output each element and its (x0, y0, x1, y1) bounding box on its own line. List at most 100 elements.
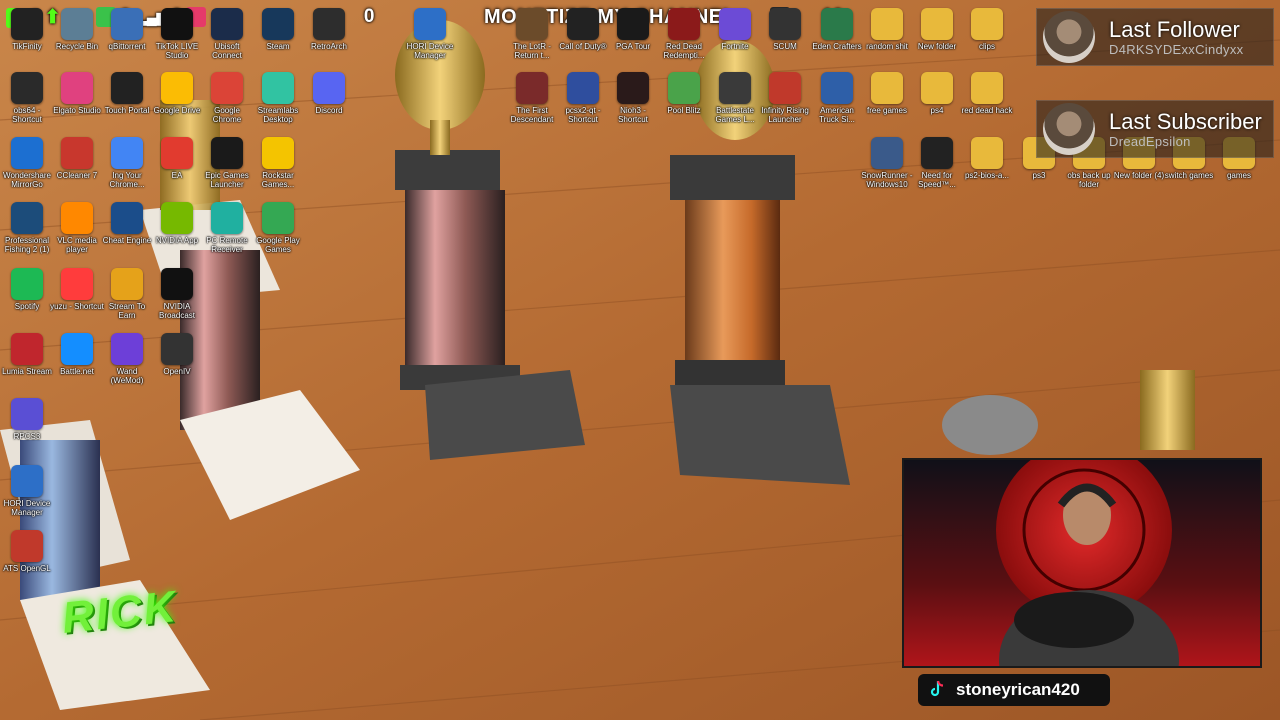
desktop-icon[interactable]: Spotify (0, 268, 54, 311)
desktop-icon[interactable]: Wand (WeMod) (100, 333, 154, 385)
app-icon (161, 333, 193, 365)
desktop-icon[interactable]: free games (860, 72, 914, 115)
desktop-icon[interactable]: PGA Tour (606, 8, 660, 51)
desktop-icon[interactable]: ps2-bios-a... (960, 137, 1014, 180)
desktop-icon[interactable]: Cheat Engine (100, 202, 154, 245)
desktop-icon[interactable]: ATS OpenGL (0, 530, 54, 573)
desktop-icon-label: Nioh3 - Shortcut (618, 106, 648, 124)
app-icon (211, 72, 243, 104)
desktop-icon[interactable]: Need for Speed™... (910, 137, 964, 189)
desktop-icon[interactable]: Nioh3 - Shortcut (606, 72, 660, 124)
app-icon (821, 72, 853, 104)
desktop-icon-label: qBittorrent (108, 42, 146, 51)
desktop-icon-label: TikTok LIVE Studio (155, 42, 199, 60)
desktop-icon[interactable]: PC Remote Receiver (200, 202, 254, 254)
desktop-icon[interactable]: The LotR - Return t... (505, 8, 559, 60)
desktop-icon[interactable]: pcsx2-qt - Shortcut (556, 72, 610, 124)
app-icon (211, 202, 243, 234)
desktop-icon[interactable]: EA (150, 137, 204, 180)
app-icon (111, 202, 143, 234)
desktop-icon[interactable]: VLC media player (50, 202, 104, 254)
app-icon (921, 72, 953, 104)
desktop-icon[interactable]: yuzu - Shortcut (50, 268, 104, 311)
tiktok-icon (930, 680, 944, 697)
subscriber-name: DreadEpsilon (1109, 133, 1191, 149)
app-icon (921, 8, 953, 40)
desktop-icon-label: Battlestate Games L... (715, 106, 755, 124)
desktop-icon-label: Battle.net (60, 367, 94, 376)
desktop-icon[interactable]: SCUM (758, 8, 812, 51)
desktop-icon[interactable]: Google Chrome (200, 72, 254, 124)
desktop-icon-label: Ubisoft Connect (212, 42, 242, 60)
subscriber-title: Last Subscriber (1109, 108, 1262, 134)
desktop-icon[interactable]: HORI Device Manager (403, 8, 457, 60)
desktop-icon[interactable]: Streamlabs Desktop (251, 72, 305, 124)
desktop-icon-label: clips (978, 42, 995, 51)
desktop-icon[interactable]: Elgato Studio (50, 72, 104, 115)
desktop-icon[interactable]: The First Descendant (505, 72, 559, 124)
app-icon (719, 8, 751, 40)
desktop-icon[interactable]: Recycle Bin (50, 8, 104, 51)
desktop-icon[interactable]: TikFinity (0, 8, 54, 51)
desktop-icon-label: EA (171, 171, 183, 180)
desktop-icon[interactable]: Wondershare MirrorGo (0, 137, 54, 189)
desktop-icon[interactable]: RPCS3 (0, 398, 54, 441)
desktop-icon[interactable]: Lumia Stream (0, 333, 54, 376)
app-icon (111, 137, 143, 169)
desktop-icon-label: red dead hack (961, 106, 1013, 115)
desktop-icon[interactable]: qBittorrent (100, 8, 154, 51)
desktop-icon[interactable]: random shit (860, 8, 914, 51)
desktop-icon[interactable]: NVIDIA Broadcast (150, 268, 204, 320)
desktop-icon[interactable]: SnowRunner - Windows10 (860, 137, 914, 189)
desktop-icon[interactable]: NVIDIA App (150, 202, 204, 245)
desktop-icon[interactable]: Eden Crafters (810, 8, 864, 51)
desktop-icon-label: PGA Tour (615, 42, 651, 51)
desktop-icon[interactable]: Fortnite (708, 8, 762, 51)
desktop-icon[interactable]: Epic Games Launcher (200, 137, 254, 189)
desktop-icon[interactable]: Battle.net (50, 333, 104, 376)
desktop-icon[interactable]: Red Dead Redempti... (657, 8, 711, 60)
desktop-icon[interactable]: obs64 - Shortcut (0, 72, 54, 124)
desktop-icon-label: Pool Blitz (667, 106, 701, 115)
desktop-icon[interactable]: red dead hack (960, 72, 1014, 115)
app-icon (262, 202, 294, 234)
desktop-icon[interactable]: Steam (251, 8, 305, 51)
desktop-icon[interactable]: Touch Portal (100, 72, 154, 115)
desktop-icon[interactable]: HORI Device Manager (0, 465, 54, 517)
desktop-icon[interactable]: Infinity Rising Launcher (758, 72, 812, 124)
desktop-icon[interactable]: Discord (302, 72, 356, 115)
app-icon (617, 8, 649, 40)
desktop-icon-label: OpenIV (163, 367, 191, 376)
app-icon (161, 202, 193, 234)
app-icon (516, 72, 548, 104)
desktop-icon-label: ps4 (930, 106, 944, 115)
desktop-icon[interactable]: RetroArch (302, 8, 356, 51)
desktop-icon[interactable]: American Truck Si... (810, 72, 864, 124)
desktop-icon[interactable]: clips (960, 8, 1014, 51)
desktop-icon-label: CCleaner 7 (56, 171, 98, 180)
desktop-icon[interactable]: ps4 (910, 72, 964, 115)
desktop-icon[interactable]: Google Play Games (251, 202, 305, 254)
app-icon (313, 72, 345, 104)
desktop-icon[interactable]: CCleaner 7 (50, 137, 104, 180)
desktop-icon[interactable]: Pool Blitz (657, 72, 711, 115)
desktop-icon[interactable]: TikTok LIVE Studio (150, 8, 204, 60)
desktop-icon[interactable]: Battlestate Games L... (708, 72, 762, 124)
desktop-icon[interactable]: Call of Duty® (556, 8, 610, 51)
desktop-icon-label: RPCS3 (13, 432, 41, 441)
desktop-icon[interactable]: Ing Your Chrome... (100, 137, 154, 189)
desktop-icon[interactable]: OpenIV (150, 333, 204, 376)
desktop-icon[interactable]: Stream To Earn (100, 268, 154, 320)
desktop-icon-label: RetroArch (310, 42, 347, 51)
desktop-icon-label: Red Dead Redempti... (663, 42, 705, 60)
desktop-icon-label: The First Descendant (510, 106, 554, 124)
desktop-icon[interactable]: Professional Fishing 2 (1) (0, 202, 54, 254)
desktop-icon-label: NVIDIA Broadcast (158, 302, 196, 320)
desktop-icon[interactable]: Ubisoft Connect (200, 8, 254, 60)
app-icon (313, 8, 345, 40)
follower-avatar (1043, 11, 1095, 63)
desktop-icon[interactable]: Google Drive (150, 72, 204, 115)
desktop-icon-label: Google Chrome (212, 106, 242, 124)
desktop-icon[interactable]: Rockstar Games... (251, 137, 305, 189)
desktop-icon[interactable]: New folder (910, 8, 964, 51)
